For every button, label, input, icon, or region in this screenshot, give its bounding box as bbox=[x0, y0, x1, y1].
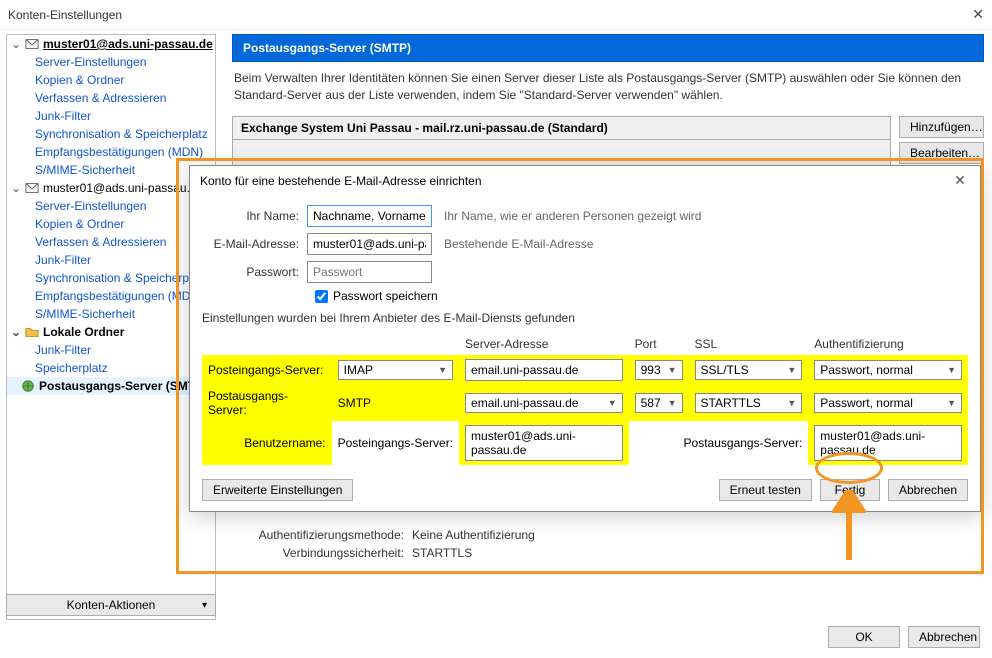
outgoing-label: Postausgangs-Server: bbox=[202, 385, 332, 421]
sidebar-junk[interactable]: Junk-Filter bbox=[7, 341, 215, 359]
auth-label: Authentifizierungsmethode: bbox=[232, 528, 412, 542]
auth-value: Keine Authentifizierung bbox=[412, 528, 535, 542]
incoming-proto-select[interactable]: IMAP▼ bbox=[338, 360, 453, 380]
remember-checkbox[interactable] bbox=[315, 290, 328, 303]
username-out-input[interactable]: muster01@ads.uni-passau.de bbox=[814, 425, 962, 461]
page-desc: Beim Verwalten Ihrer Identitäten können … bbox=[232, 62, 984, 112]
folder-icon bbox=[25, 325, 39, 339]
incoming-host-input[interactable]: email.uni-passau.de bbox=[465, 359, 623, 381]
done-button[interactable]: Fertig bbox=[820, 479, 880, 501]
cancel-button[interactable]: Abbrechen bbox=[908, 626, 980, 648]
close-icon[interactable]: ✕ bbox=[944, 6, 984, 23]
found-message: Einstellungen wurden bei Ihrem Anbieter … bbox=[202, 311, 968, 325]
hdr-ssl: SSL bbox=[689, 333, 809, 355]
security-value: STARTTLS bbox=[412, 546, 472, 560]
sidebar-diskspace[interactable]: Speicherplatz bbox=[7, 359, 215, 377]
sidebar-smime[interactable]: S/MIME-Sicherheit bbox=[7, 305, 215, 323]
local-folders[interactable]: ⌄ Lokale Ordner bbox=[7, 323, 215, 341]
email-input[interactable] bbox=[307, 233, 432, 255]
account-tree: ⌄ muster01@ads.uni-passau.de Server-Eins… bbox=[6, 34, 216, 620]
sidebar-junk[interactable]: Junk-Filter bbox=[7, 251, 215, 269]
local-folders-label: Lokale Ordner bbox=[43, 325, 124, 339]
server-details: Authentifizierungsmethode:Keine Authenti… bbox=[232, 526, 984, 562]
sidebar-sync[interactable]: Synchronisation & Speicherplatz bbox=[7, 125, 215, 143]
chevron-down-icon: ⌄ bbox=[11, 325, 21, 339]
security-label: Verbindungssicherheit: bbox=[232, 546, 412, 560]
hdr-auth: Authentifizierung bbox=[808, 333, 968, 355]
window-title: Konten-Einstellungen bbox=[8, 8, 944, 22]
globe-icon bbox=[21, 379, 35, 393]
hdr-port: Port bbox=[629, 333, 689, 355]
sidebar-compose[interactable]: Verfassen & Adressieren bbox=[7, 89, 215, 107]
incoming-auth-select[interactable]: Passwort, normal▼ bbox=[814, 360, 962, 380]
mail-icon bbox=[25, 37, 39, 51]
incoming-ssl-select[interactable]: SSL/TLS▼ bbox=[695, 360, 803, 380]
incoming-label: Posteingangs-Server: bbox=[202, 355, 332, 385]
username-in-label: Posteingangs-Server: bbox=[332, 421, 459, 465]
server-list-item[interactable]: Exchange System Uni Passau - mail.rz.uni… bbox=[233, 117, 890, 140]
ok-button[interactable]: OK bbox=[828, 626, 900, 648]
sidebar-mdn[interactable]: Empfangsbestätigungen (MDN) bbox=[7, 287, 215, 305]
advanced-button[interactable]: Erweiterte Einstellungen bbox=[202, 479, 353, 501]
username-in-input[interactable]: muster01@ads.uni-passau.de bbox=[465, 425, 623, 461]
account-label: muster01@ads.uni-passau.de bbox=[43, 37, 213, 51]
name-hint: Ihr Name, wie er anderen Personen gezeig… bbox=[432, 209, 701, 223]
sidebar-copies[interactable]: Kopien & Ordner bbox=[7, 215, 215, 233]
incoming-port-select[interactable]: 993▼ bbox=[635, 360, 683, 380]
outgoing-host-select[interactable]: email.uni-passau.de▼ bbox=[465, 393, 623, 413]
sidebar-server[interactable]: Server-Einstellungen bbox=[7, 197, 215, 215]
username-out-label: Postausgangs-Server: bbox=[629, 421, 809, 465]
chevron-down-icon: ▾ bbox=[202, 600, 207, 611]
username-label: Benutzername: bbox=[202, 421, 332, 465]
sidebar-copies[interactable]: Kopien & Ordner bbox=[7, 71, 215, 89]
outgoing-port-select[interactable]: 587▼ bbox=[635, 393, 683, 413]
sidebar-smime[interactable]: S/MIME-Sicherheit bbox=[7, 161, 215, 179]
account-label: muster01@ads.uni-passau.de bbox=[43, 181, 203, 195]
password-label: Passwort: bbox=[202, 265, 307, 279]
account-actions-button[interactable]: Konten-Aktionen ▾ bbox=[6, 594, 216, 616]
name-input[interactable] bbox=[307, 205, 432, 227]
retest-button[interactable]: Erneut testen bbox=[719, 479, 812, 501]
email-label: E-Mail-Adresse: bbox=[202, 237, 307, 251]
close-icon[interactable]: ✕ bbox=[950, 172, 970, 189]
chevron-down-icon: ⌄ bbox=[11, 181, 21, 195]
mail-icon bbox=[25, 181, 39, 195]
password-input[interactable] bbox=[307, 261, 432, 283]
account-actions-label: Konten-Aktionen bbox=[67, 598, 156, 612]
dialog-title: Konto für eine bestehende E-Mail-Adresse… bbox=[200, 174, 950, 188]
hdr-server: Server-Adresse bbox=[459, 333, 629, 355]
sidebar-mdn[interactable]: Empfangsbestätigungen (MDN) bbox=[7, 143, 215, 161]
smtp-label: Postausgangs-Server (SMTP) bbox=[39, 379, 207, 393]
sidebar-junk[interactable]: Junk-Filter bbox=[7, 107, 215, 125]
sidebar-smtp[interactable]: Postausgangs-Server (SMTP) bbox=[7, 377, 215, 395]
chevron-down-icon: ⌄ bbox=[11, 37, 21, 51]
sidebar-compose[interactable]: Verfassen & Adressieren bbox=[7, 233, 215, 251]
sidebar-sync[interactable]: Synchronisation & Speicherplat… bbox=[7, 269, 215, 287]
sidebar-server[interactable]: Server-Einstellungen bbox=[7, 53, 215, 71]
setup-dialog: Konto für eine bestehende E-Mail-Adresse… bbox=[189, 165, 981, 512]
outgoing-ssl-select[interactable]: STARTTLS▼ bbox=[695, 393, 803, 413]
name-label: Ihr Name: bbox=[202, 209, 307, 223]
remember-label: Passwort speichern bbox=[333, 289, 438, 303]
email-hint: Bestehende E-Mail-Adresse bbox=[432, 237, 593, 251]
add-button[interactable]: Hinzufügen… bbox=[899, 116, 984, 138]
outgoing-auth-select[interactable]: Passwort, normal▼ bbox=[814, 393, 962, 413]
account-2[interactable]: ⌄ muster01@ads.uni-passau.de bbox=[7, 179, 215, 197]
edit-button[interactable]: Bearbeiten… bbox=[899, 142, 984, 164]
page-title: Postausgangs-Server (SMTP) bbox=[232, 34, 984, 62]
cancel-button[interactable]: Abbrechen bbox=[888, 479, 968, 501]
outgoing-proto: SMTP bbox=[332, 385, 459, 421]
account-1[interactable]: ⌄ muster01@ads.uni-passau.de bbox=[7, 35, 215, 53]
